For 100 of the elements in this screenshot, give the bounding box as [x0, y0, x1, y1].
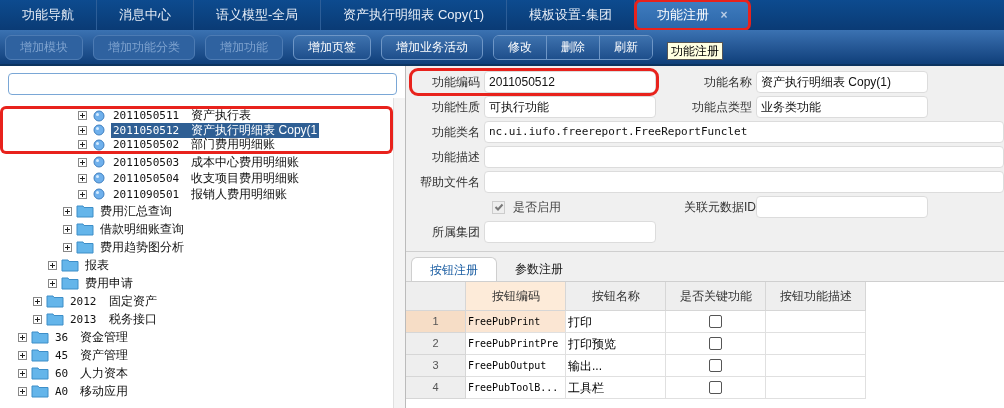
expand-icon[interactable]	[63, 224, 72, 234]
folder-icon	[76, 240, 94, 254]
expand-icon[interactable]	[18, 332, 27, 342]
table-cell: 打印预览	[566, 333, 666, 355]
input-field[interactable]	[484, 221, 656, 243]
expand-icon[interactable]	[33, 314, 42, 324]
tree-item[interactable]: 2012 固定资产	[68, 293, 159, 309]
tree-item[interactable]: 36 资金管理	[53, 329, 131, 345]
tree-item[interactable]: 60 人力资本	[53, 365, 131, 381]
tree-item[interactable]: 2011090501 报销人费用明细账	[111, 186, 290, 202]
toolbar-button[interactable]: 增加页签	[293, 34, 371, 60]
input-field[interactable]	[484, 146, 1004, 168]
folder-icon	[31, 330, 49, 344]
checkbox[interactable]	[709, 359, 722, 372]
field-label: 功能点类型	[691, 99, 753, 116]
field-label: 功能编码	[431, 74, 481, 91]
tree-item-label: 收支项目费用明细账	[191, 170, 300, 186]
checkbox[interactable]	[709, 315, 722, 328]
input-field[interactable]: 可执行功能	[484, 96, 656, 118]
circle-icon	[93, 124, 105, 136]
tooltip: 功能注册	[667, 42, 723, 60]
expand-icon[interactable]	[33, 296, 42, 306]
field-label: 功能名称	[703, 74, 753, 91]
circle-icon	[93, 138, 105, 151]
column-header[interactable]: 按钮编码	[466, 282, 566, 311]
folder-icon	[76, 222, 94, 236]
toolbar-button[interactable]: 修改	[494, 35, 547, 59]
table-cell: FreePubToolB...	[466, 377, 566, 399]
tree-item-label: 部门费用明细账	[191, 137, 276, 152]
tree-item-code: 2011050504	[113, 170, 180, 186]
circle-icon	[93, 156, 105, 168]
table-cell: 打印	[566, 311, 666, 333]
tree-item[interactable]: 报表	[83, 257, 111, 273]
expand-icon[interactable]	[63, 242, 72, 252]
scrollbar[interactable]	[393, 98, 405, 408]
folder-icon	[61, 276, 79, 290]
row-number: 4	[406, 377, 466, 399]
toolbar-button[interactable]: 删除	[547, 35, 600, 59]
checkbox[interactable]	[709, 381, 722, 394]
expand-icon[interactable]	[78, 173, 87, 183]
input-field[interactable]: 资产执行明细表 Copy(1)	[756, 71, 928, 93]
table-cell: 输出...	[566, 355, 666, 377]
toolbar-button[interactable]: 刷新	[600, 35, 652, 59]
field-label: 帮助文件名	[419, 174, 481, 191]
tree-item[interactable]: 2011050503 成本中心费用明细账	[111, 154, 302, 170]
input-field[interactable]: 业务类功能	[756, 96, 928, 118]
expand-icon[interactable]	[78, 125, 87, 135]
tree-item-code: 36	[55, 329, 69, 345]
input-field[interactable]: 2011050512	[484, 71, 656, 93]
expand-icon[interactable]	[18, 368, 27, 378]
tree-item-label: 固定资产	[108, 293, 157, 309]
tree-item-label: 税务接口	[108, 311, 157, 327]
expand-icon[interactable]	[78, 157, 87, 167]
column-header[interactable]: 按钮功能描述	[766, 282, 866, 311]
checkbox[interactable]	[709, 337, 722, 350]
folder-icon	[46, 294, 64, 308]
expand-icon[interactable]	[18, 350, 27, 360]
expand-icon[interactable]	[48, 260, 57, 270]
folder-icon	[61, 258, 79, 272]
expand-icon[interactable]	[78, 140, 87, 149]
folder-icon	[31, 348, 49, 362]
tab[interactable]: 参数注册	[497, 257, 581, 281]
tree-item[interactable]: 45 资产管理	[53, 347, 131, 363]
circle-icon	[93, 172, 105, 184]
tab[interactable]: 按钮注册	[411, 257, 497, 281]
expand-icon[interactable]	[48, 278, 57, 288]
tree-item[interactable]: 2011050512 资产执行明细表 Copy(1	[111, 122, 320, 138]
input-field[interactable]: nc.ui.iufo.freereport.FreeReportFunclet	[484, 121, 1004, 143]
input-field[interactable]	[484, 171, 1004, 193]
tree-item-code: 2011050511	[113, 108, 180, 123]
expand-icon[interactable]	[78, 189, 87, 199]
tree-item[interactable]: 借款明细账查询	[98, 221, 186, 237]
column-header[interactable]: 按钮名称	[566, 282, 666, 311]
column-header[interactable]: 是否关键功能	[666, 282, 766, 311]
search-field[interactable]	[8, 73, 397, 95]
tree-item[interactable]: 费用汇总查询	[98, 203, 174, 219]
tree-item[interactable]: A0 移动应用	[53, 383, 131, 399]
tree-item-code: 2011050512	[113, 122, 180, 138]
field-label: 功能描述	[431, 149, 481, 166]
tree-item-label: 人力资本	[80, 365, 129, 381]
toolbar-button[interactable]: 增加业务活动	[381, 34, 483, 60]
input-field[interactable]	[756, 196, 928, 218]
field-label: 关联元数据ID	[684, 199, 756, 216]
expand-icon[interactable]	[18, 386, 27, 396]
tree-item[interactable]: 费用申请	[83, 275, 135, 291]
tree-item-code: 60	[55, 365, 69, 381]
tab[interactable]: 功能注册 ×	[634, 0, 750, 30]
tree-item[interactable]: 2013 税务接口	[68, 311, 159, 327]
row-number: 1	[406, 311, 466, 333]
expand-icon[interactable]	[63, 206, 72, 216]
tree-item[interactable]: 费用趋势图分析	[98, 239, 186, 255]
expand-icon[interactable]	[78, 111, 87, 120]
tree-item-label: 资产执行表	[191, 108, 252, 123]
tree-item-code: 2013	[70, 311, 97, 327]
row-number: 3	[406, 355, 466, 377]
folder-icon	[31, 384, 49, 398]
tree-item[interactable]: 2011050504 收支项目费用明细账	[111, 170, 302, 186]
table-cell: 工具栏	[566, 377, 666, 399]
folder-icon	[46, 312, 64, 326]
tree-item-code: 45	[55, 347, 69, 363]
